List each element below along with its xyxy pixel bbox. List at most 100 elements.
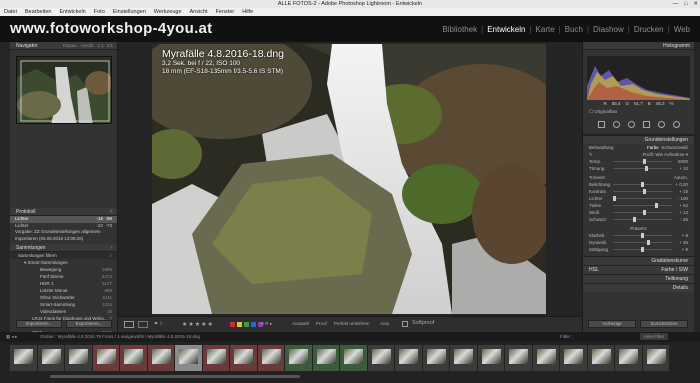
reset-button[interactable]: Zurücksetzen [640,320,688,328]
loupe-view-icon[interactable] [124,321,134,328]
module-print[interactable]: Drucken [630,25,668,34]
filmstrip-thumbnail[interactable] [285,345,313,371]
compare-view-icon[interactable] [138,321,148,328]
navigator-preview[interactable] [16,56,112,124]
module-web[interactable]: Web [670,25,694,34]
hsl-panel[interactable]: HSL Farbe / S/W [583,265,694,274]
menu-edit[interactable]: Bearbeiten [25,8,52,16]
filmstrip-thumbnail[interactable] [560,345,588,371]
filmstrip-source[interactable]: Ordner : Myrafälle 4.8.2016 79 Fotos / 1… [40,332,200,342]
grid-icon[interactable]: ▦ ◂ ▸ [6,332,17,342]
filmstrip-thumbnail[interactable] [147,345,175,371]
zoom-1-1[interactable]: 1:1 [97,42,103,49]
collection-item[interactable]: HDR 1 3127 [10,280,117,287]
slider-shadows[interactable]: Tiefen + 62 [583,202,694,209]
collections-header[interactable]: Sammlungen + [10,244,117,252]
zoom-fit[interactable]: Einpas. [63,42,78,49]
collection-item[interactable]: Fünf Sterne 5474 [10,273,117,280]
menu-file[interactable]: Datei [4,8,17,16]
main-photo[interactable]: Myrafälle 4.8.2016-18.dng 3,2 Sek. bei f… [152,44,546,314]
filmstrip-thumbnail[interactable] [422,345,450,371]
filmstrip-thumbnail[interactable] [587,345,615,371]
slider-clarity[interactable]: Klarheit + 8 [583,232,694,239]
collection-set[interactable]: ▾ Smart-Sammlungen [10,259,117,266]
collection-item[interactable]: Smart-Sammlung 1204 [10,301,117,308]
slider-tint[interactable]: Tönung + 10 [583,165,694,172]
radial-filter-icon[interactable] [657,121,665,128]
menu-window[interactable]: Fenster [216,8,235,16]
filmstrip-thumbnail[interactable] [505,345,533,371]
nav-perfekt[interactable]: Perfekt umkehren [334,321,370,326]
menu-develop[interactable]: Entwickeln [59,8,85,16]
color-label-blue[interactable] [251,322,256,327]
filter-dropdown[interactable]: Kein Filter [640,333,669,340]
color-label-green[interactable] [244,322,249,327]
minimize-button[interactable]: — [673,0,679,8]
history-item[interactable]: Importieren (05.08.2016 13:09:26) [10,236,117,243]
brush-icon[interactable] [672,121,680,128]
slider-saturation[interactable]: Sättigung + 9 [583,246,694,253]
treatment-bw[interactable]: Schwarzweiß [661,145,688,150]
zoom-3-1[interactable]: 3:1 [107,42,113,49]
module-library[interactable]: Bibliothek [438,25,481,34]
split-toning-panel[interactable]: Teiltonung [583,274,694,283]
filmstrip-thumbnail[interactable] [202,345,230,371]
eyedropper-icon[interactable]: ✎ [589,151,593,158]
collection-item[interactable]: Bewegung 1995 [10,266,117,273]
slider-contrast[interactable]: Kontrast + 15 [583,188,694,195]
filmstrip-thumbnail[interactable] [312,345,340,371]
filmstrip-thumbnail[interactable] [257,345,285,371]
module-map[interactable]: Karte [532,25,559,34]
import-button[interactable]: Importieren... [16,320,62,328]
softproof-checkbox[interactable] [402,321,408,327]
profile-row[interactable]: ✎ Profil: Wie Aufnahme ▾ [583,151,694,158]
close-button[interactable]: ✕ [693,0,698,8]
menu-view[interactable]: Ansicht [190,8,208,16]
histogram-header[interactable]: Histogramm [583,42,694,50]
filmstrip-thumbnail[interactable] [10,345,38,371]
slider-whites[interactable]: Weiß + 13 [583,209,694,216]
filmstrip-thumbnail[interactable] [477,345,505,371]
slider-exposure[interactable]: Belichtung + 0,20 [583,181,694,188]
close-x-icon[interactable]: ✕ [109,208,113,215]
filmstrip-thumbnail[interactable] [450,345,478,371]
menu-tools[interactable]: Werkzeuge [154,8,182,16]
navigator-header[interactable]: Navigator Einpas. Ausfül. 1:1 3:1 [10,42,117,50]
menu-settings[interactable]: Einstellungen [113,8,146,16]
filmstrip-thumbnail[interactable] [37,345,65,371]
module-book[interactable]: Buch [561,25,587,34]
rating-stars[interactable]: ★★★★★ [182,321,214,328]
filmstrip-thumbnail[interactable] [642,345,670,371]
export-button[interactable]: Exportieren... [66,320,112,328]
maximize-button[interactable]: □ [684,0,687,8]
crop-icon[interactable] [597,121,605,128]
filmstrip-scrollbar[interactable] [50,375,300,378]
basic-panel-header[interactable]: Grundeinstellungen [583,135,694,144]
nav-proof[interactable]: Proof [316,321,327,326]
module-develop[interactable]: Entwickeln [483,25,529,34]
auto-tone-button[interactable]: Autom. [674,174,688,181]
filmstrip-thumbnail[interactable] [175,345,203,371]
filmstrip-thumbnail[interactable] [395,345,423,371]
nav-auswahl[interactable]: Auswahl [292,321,309,326]
history-header[interactable]: Protokoll ✕ [10,208,117,216]
filmstrip-thumbnail[interactable] [367,345,395,371]
collection-item[interactable]: Videodateien 16 [10,308,117,315]
slider-blacks[interactable]: Schwarz - 26 [583,216,694,223]
slider-temp[interactable]: Temp. 5000 [583,158,694,165]
filmstrip-thumbnail[interactable] [230,345,258,371]
flag-icons[interactable]: ⚑ ⚐ [154,321,163,327]
collection-item[interactable]: Letzter Monat 989 [10,287,117,294]
slider-highlights[interactable]: Lichter - 100 [583,195,694,202]
tone-curve-panel[interactable]: Gradationskurve [583,256,694,265]
details-panel[interactable]: Details [583,283,694,292]
color-label-yellow[interactable] [237,322,242,327]
filmstrip-thumbnail[interactable] [65,345,93,371]
color-label-red[interactable] [230,322,235,327]
menu-photo[interactable]: Foto [94,8,105,16]
spot-removal-icon[interactable] [612,121,620,128]
rotate-icons[interactable]: ⟲ ⟳ ▸ [260,321,272,327]
filmstrip-thumbnail[interactable] [532,345,560,371]
redeye-icon[interactable] [627,121,635,128]
filmstrip-thumbnail[interactable] [92,345,120,371]
